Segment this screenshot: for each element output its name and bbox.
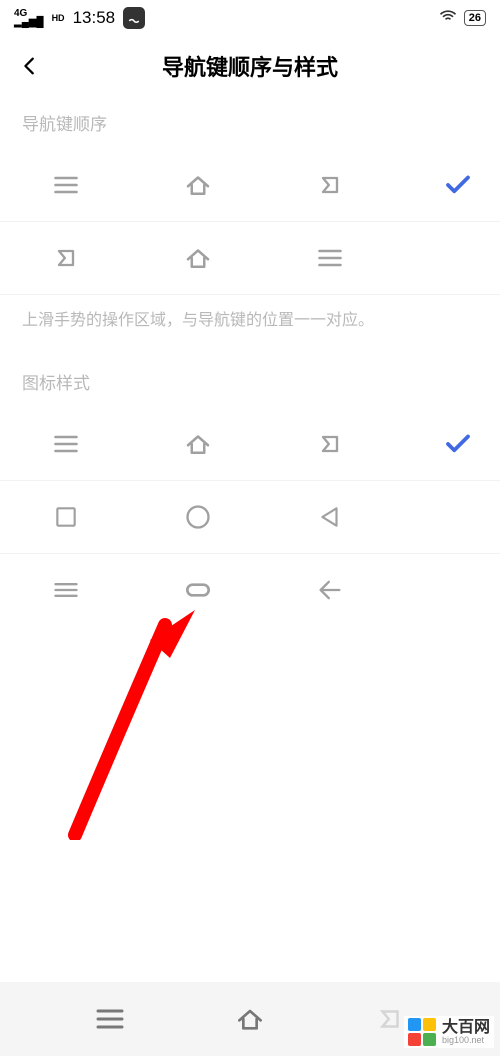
section-label-style: 图标样式 <box>0 355 500 408</box>
battery-indicator: 26 <box>464 10 486 26</box>
menu-icon <box>50 169 82 201</box>
square-icon <box>50 501 82 533</box>
system-back-button[interactable] <box>374 1003 406 1035</box>
style-option-2[interactable] <box>0 481 500 554</box>
watermark-title: 大百网 <box>442 1020 490 1036</box>
order-hint: 上滑手势的操作区域，与导航键的位置一一对应。 <box>0 295 500 355</box>
section-label-order: 导航键顺序 <box>0 96 500 149</box>
menu-icon <box>50 428 82 460</box>
system-home-button[interactable] <box>234 1003 266 1035</box>
style-option-3[interactable] <box>0 554 500 626</box>
annotation-arrow-icon <box>55 610 195 840</box>
pill-icon <box>182 574 214 606</box>
arrow-left-icon <box>314 574 346 606</box>
back-nav-icon <box>314 428 346 460</box>
network-indicator: 4G ▂▄▆█ <box>14 9 44 28</box>
status-bar: 4G ▂▄▆█ HD 13:58 26 <box>0 0 500 36</box>
back-nav-icon <box>314 169 346 201</box>
app-indicator-icon <box>123 7 145 29</box>
triangle-back-icon <box>314 501 346 533</box>
status-left: 4G ▂▄▆█ HD 13:58 <box>14 7 145 29</box>
back-button[interactable] <box>16 52 44 80</box>
page-title: 导航键顺序与样式 <box>16 50 484 82</box>
back-nav-icon <box>50 242 82 274</box>
home-icon <box>182 428 214 460</box>
check-icon <box>438 170 478 200</box>
circle-icon <box>182 501 214 533</box>
status-right: 26 <box>438 6 486 30</box>
order-option-2[interactable] <box>0 222 500 295</box>
style-option-1[interactable] <box>0 408 500 481</box>
content-area: 导航键顺序 <box>0 96 500 626</box>
wifi-icon <box>438 6 458 30</box>
hd-label: HD <box>52 13 65 23</box>
menu-thin-icon <box>50 574 82 606</box>
home-icon <box>182 169 214 201</box>
system-menu-button[interactable] <box>94 1003 126 1035</box>
watermark: 大百网 big100.net <box>404 1016 494 1048</box>
order-option-1[interactable] <box>0 149 500 222</box>
watermark-logo-icon <box>408 1018 436 1046</box>
check-icon <box>438 429 478 459</box>
menu-icon <box>314 242 346 274</box>
watermark-url: big100.net <box>442 1036 490 1045</box>
home-icon <box>182 242 214 274</box>
clock: 13:58 <box>73 8 116 28</box>
page-header: 导航键顺序与样式 <box>0 36 500 96</box>
